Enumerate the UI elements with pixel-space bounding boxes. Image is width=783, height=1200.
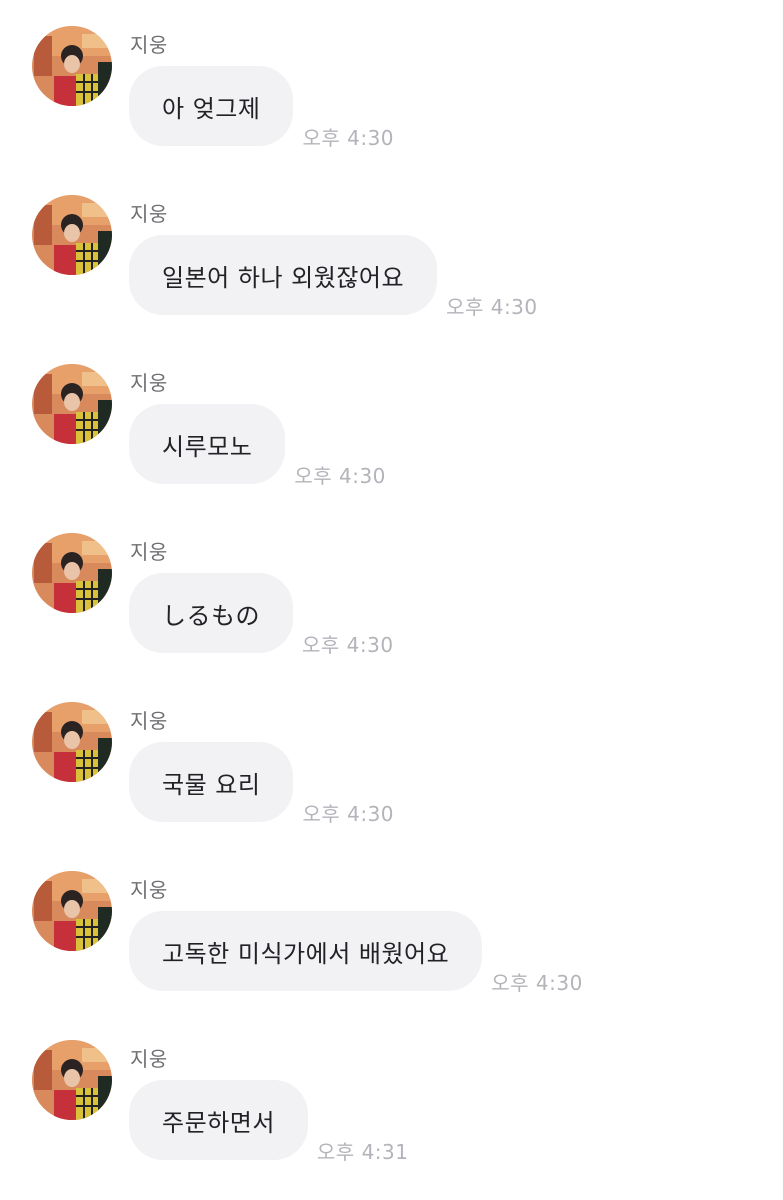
message-bubble[interactable]: 국물 요리 — [129, 742, 294, 822]
sender-name: 지웅 — [130, 202, 168, 226]
sender-name: 지웅 — [130, 33, 168, 57]
sender-name: 지웅 — [130, 540, 168, 564]
profile-photo-icon — [32, 26, 112, 106]
sender-name: 지웅 — [130, 1047, 168, 1071]
avatar[interactable] — [32, 195, 112, 275]
avatar[interactable] — [32, 871, 112, 951]
chat-thread: 지웅 아 엊그제 오후 4:30 지웅 일본어 하나 외웠잖어요 오후 4:30… — [0, 0, 783, 1200]
message-row: 지웅 일본어 하나 외웠잖어요 오후 4:30 — [0, 169, 783, 338]
message-bubble[interactable]: しるもの — [129, 573, 293, 653]
message-content: しるもの 오후 4:30 — [129, 573, 394, 657]
profile-photo-icon — [32, 702, 112, 782]
message-bubble[interactable]: 일본어 하나 외웠잖어요 — [129, 235, 438, 315]
message-row: 지웅 しるもの 오후 4:30 — [0, 507, 783, 676]
message-content: 시루모노 오후 4:30 — [129, 404, 386, 488]
message-time: 오후 4:30 — [302, 633, 394, 657]
message-row: 지웅 아 엊그제 오후 4:30 — [0, 0, 783, 169]
profile-photo-icon — [32, 871, 112, 951]
sender-name: 지웅 — [130, 709, 168, 733]
avatar[interactable] — [32, 702, 112, 782]
message-bubble[interactable]: 고독한 미식가에서 배웠어요 — [129, 911, 483, 991]
message-row: 지웅 고독한 미식가에서 배웠어요 오후 4:30 — [0, 845, 783, 1014]
message-bubble[interactable]: 아 엊그제 — [129, 66, 294, 146]
profile-photo-icon — [32, 364, 112, 444]
avatar[interactable] — [32, 1040, 112, 1120]
message-bubble[interactable]: 주문하면서 — [129, 1080, 308, 1160]
sender-name: 지웅 — [130, 878, 168, 902]
avatar[interactable] — [32, 533, 112, 613]
message-bubble[interactable]: 시루모노 — [129, 404, 286, 484]
message-content: 일본어 하나 외웠잖어요 오후 4:30 — [129, 235, 538, 319]
profile-photo-icon — [32, 1040, 112, 1120]
avatar[interactable] — [32, 26, 112, 106]
message-content: 주문하면서 오후 4:31 — [129, 1080, 408, 1164]
profile-photo-icon — [32, 195, 112, 275]
message-row: 지웅 시루모노 오후 4:30 — [0, 338, 783, 507]
avatar[interactable] — [32, 364, 112, 444]
message-content: 고독한 미식가에서 배웠어요 오후 4:30 — [129, 911, 583, 995]
message-time: 오후 4:30 — [302, 802, 395, 826]
message-row: 지웅 주문하면서 오후 4:31 — [0, 1014, 783, 1183]
profile-photo-icon — [32, 533, 112, 613]
message-time: 오후 4:30 — [446, 295, 538, 319]
message-time: 오후 4:31 — [316, 1140, 409, 1164]
sender-name: 지웅 — [130, 371, 168, 395]
message-content: 아 엊그제 오후 4:30 — [129, 66, 394, 150]
message-time: 오후 4:30 — [302, 126, 395, 150]
message-time: 오후 4:30 — [294, 464, 386, 488]
message-content: 국물 요리 오후 4:30 — [129, 742, 394, 826]
message-time: 오후 4:30 — [491, 971, 583, 995]
message-row: 지웅 국물 요리 오후 4:30 — [0, 676, 783, 845]
